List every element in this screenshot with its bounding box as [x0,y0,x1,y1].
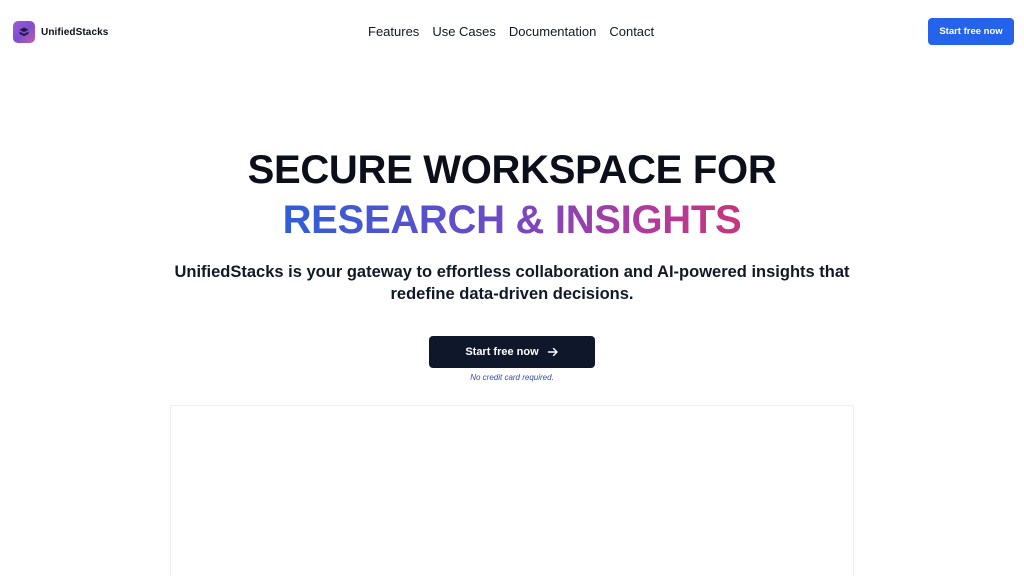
nav-start-free-button[interactable]: Start free now [928,18,1014,45]
hero-subtitle: UnifiedStacks is your gateway to effortl… [174,263,850,303]
arrow-right-icon [547,346,559,358]
nav-link-features[interactable]: Features [368,24,419,39]
brand-name: UnifiedStacks [41,26,109,38]
hero-gradient-text: RESEARCH & INSIGHTS [282,198,742,242]
brand[interactable]: UnifiedStacks [13,21,108,43]
stack-icon [13,21,35,43]
hero-title-line1: SECURE WORKSPACE FOR [247,148,777,192]
nav-link-documentation[interactable]: Documentation [509,24,596,39]
hero-title-line2: RESEARCH & INSIGHTS [0,196,1024,244]
hero-cta-label: Start free now [465,346,539,358]
no-credit-card-note: No credit card required. [470,373,554,382]
navbar: UnifiedStacks Features Use Cases Documen… [0,0,1024,64]
hero-start-free-button[interactable]: Start free now [429,336,595,368]
product-preview-panel [170,405,854,576]
nav-link-use-cases[interactable]: Use Cases [432,24,496,39]
nav-links: Features Use Cases Documentation Contact [368,24,654,39]
nav-link-contact[interactable]: Contact [609,24,654,39]
